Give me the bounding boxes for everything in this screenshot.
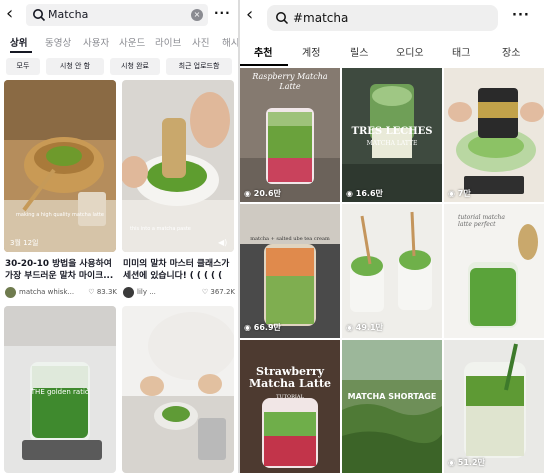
more-icon[interactable]: ··· bbox=[512, 8, 530, 23]
reel-tile[interactable]: Raspberry Matcha Latte ◉ 20.6만 bbox=[240, 68, 340, 202]
view-count-value: 66.9만 bbox=[253, 323, 281, 332]
view-count: ◉ 49.1만 bbox=[346, 323, 383, 332]
view-count-value: 20.6만 bbox=[253, 189, 281, 198]
filter-watched[interactable]: 시청 완료 bbox=[110, 58, 160, 75]
reel-tile[interactable]: tutorial matcha latte perfect bbox=[444, 204, 544, 338]
reel-thumbnail bbox=[240, 340, 340, 473]
video-caption[interactable]: 세션에 있습니다! ( ( ( ( ( bbox=[123, 270, 233, 282]
tab-accounts[interactable]: 계정 bbox=[302, 44, 320, 59]
tab-bar: 상위 동영상 사용자 사운드 라이브 사진 해시 bbox=[0, 32, 238, 54]
video-card[interactable]: making a high quality matcha latte 3월 12… bbox=[4, 80, 116, 252]
reel-tile[interactable]: Strawberry Matcha Latte TUTORIAL bbox=[240, 340, 340, 473]
reel-thumbnail bbox=[342, 340, 442, 473]
tab-audio[interactable]: 오디오 bbox=[396, 44, 424, 59]
video-card[interactable]: this into a matcha paste ◀) bbox=[122, 80, 234, 252]
tiktok-search-panel: ‹ Matcha × ··· 상위 동영상 사용자 사운드 라이브 사진 해시 … bbox=[0, 0, 238, 473]
volume-icon[interactable]: ◀) bbox=[218, 238, 227, 247]
video-overlay-text: THE golden ratio bbox=[30, 388, 90, 396]
video-card[interactable]: THE golden ratio bbox=[4, 306, 116, 473]
back-icon[interactable]: ‹ bbox=[6, 5, 20, 23]
view-count-value: 49.1만 bbox=[355, 323, 383, 332]
view-count-value: 51.2만 bbox=[457, 458, 485, 467]
tab-tags[interactable]: 태그 bbox=[452, 44, 470, 59]
author-name[interactable]: lily ... bbox=[137, 288, 195, 296]
tab-reels[interactable]: 릴스 bbox=[350, 44, 368, 59]
author-row[interactable]: matcha whisk... ♡ 83.3K bbox=[5, 287, 117, 299]
reel-tile[interactable]: ◉ 7만 bbox=[444, 68, 544, 202]
tab-live[interactable]: 라이브 bbox=[155, 35, 181, 49]
avatar[interactable] bbox=[123, 287, 134, 298]
avatar[interactable] bbox=[5, 287, 16, 298]
tab-sounds[interactable]: 사운드 bbox=[119, 35, 145, 49]
instagram-search-panel: ‹ #matcha ··· 추천 계정 릴스 오디오 태그 장소 Raspber… bbox=[240, 0, 544, 473]
like-count: ♡ 83.3K bbox=[88, 288, 117, 296]
view-count-value: 7만 bbox=[457, 189, 471, 198]
tab-top[interactable]: 상위 bbox=[10, 35, 27, 49]
tab-hashtags[interactable]: 해시 bbox=[222, 35, 238, 49]
reel-title: matcha + salted ube tea cream bbox=[250, 236, 330, 242]
search-box[interactable]: Matcha × bbox=[26, 4, 208, 26]
tab-places[interactable]: 장소 bbox=[502, 44, 520, 59]
reel-title: TRES LECHES bbox=[351, 126, 433, 137]
search-icon bbox=[33, 9, 46, 22]
view-count: ◉ 7만 bbox=[448, 189, 471, 198]
view-count-value: 16.6만 bbox=[355, 189, 383, 198]
left-header: ‹ Matcha × ··· bbox=[0, 0, 238, 30]
reel-thumbnail bbox=[444, 340, 544, 473]
reel-thumbnail bbox=[444, 68, 544, 202]
video-thumbnail bbox=[4, 80, 116, 252]
reel-title: MATCHA SHORTAGE bbox=[347, 392, 437, 401]
filter-all[interactable]: 모두 bbox=[6, 58, 40, 75]
tab-photos[interactable]: 사진 bbox=[192, 35, 209, 49]
more-icon[interactable]: ··· bbox=[214, 6, 231, 20]
filter-recent[interactable]: 최근 업로드함 bbox=[166, 58, 232, 75]
reel-subtitle: TUTORIAL bbox=[276, 394, 304, 400]
video-thumbnail bbox=[122, 306, 234, 473]
reel-title: Raspberry Matcha Latte bbox=[252, 72, 328, 91]
reel-tile[interactable]: TRES LECHES MATCHA LATTE ◉ 16.6만 bbox=[342, 68, 442, 202]
video-caption[interactable]: 30-20-10 방법을 사용하여 bbox=[5, 258, 115, 270]
tab-users[interactable]: 사용자 bbox=[83, 35, 109, 49]
reel-tile[interactable]: matcha + salted ube tea cream ◉ 66.9만 bbox=[240, 204, 340, 338]
reel-subtitle: MATCHA LATTE bbox=[366, 140, 418, 147]
tab-videos[interactable]: 동영상 bbox=[45, 35, 71, 49]
author-row[interactable]: lily ... ♡ 367.2K bbox=[123, 287, 235, 299]
reel-title: Strawberry Matcha Latte bbox=[248, 365, 332, 390]
video-caption[interactable]: 가장 부드러운 말차 마이크... bbox=[5, 270, 115, 282]
active-tab-indicator bbox=[240, 64, 288, 66]
search-box[interactable]: #matcha bbox=[267, 5, 498, 31]
filter-chips: 모두 시청 안 함 시청 완료 최근 업로드함 bbox=[0, 58, 238, 76]
tab-recommended[interactable]: 추천 bbox=[254, 44, 272, 59]
like-count: ♡ 367.2K bbox=[201, 288, 235, 296]
search-input[interactable]: #matcha bbox=[293, 10, 348, 26]
video-card[interactable] bbox=[122, 306, 234, 473]
active-tab-indicator bbox=[10, 51, 32, 53]
view-count: ◉ 66.9만 bbox=[244, 323, 281, 332]
back-icon[interactable]: ‹ bbox=[246, 6, 253, 24]
clear-icon[interactable]: × bbox=[191, 9, 203, 21]
reel-title: tutorial matcha latte perfect bbox=[458, 214, 505, 228]
like-count-value: 367.2K bbox=[210, 288, 235, 296]
view-count: ◉ 16.6만 bbox=[346, 189, 383, 198]
reel-tile[interactable]: ◉ 49.1만 bbox=[342, 204, 442, 338]
reel-tile[interactable]: ◉ 51.2만 bbox=[444, 340, 544, 473]
author-name[interactable]: matcha whisk... bbox=[19, 288, 77, 296]
reel-tile[interactable]: MATCHA SHORTAGE bbox=[342, 340, 442, 473]
video-date: 3월 12일 bbox=[10, 239, 39, 247]
search-icon bbox=[276, 12, 289, 25]
video-caption[interactable]: 미미의 말차 마스터 클래스가 bbox=[123, 258, 233, 270]
reel-thumbnail bbox=[342, 204, 442, 338]
like-count-value: 83.3K bbox=[96, 288, 117, 296]
search-input[interactable]: Matcha bbox=[48, 7, 88, 23]
filter-unwatched[interactable]: 시청 안 함 bbox=[46, 58, 104, 75]
view-count: ◉ 20.6만 bbox=[244, 189, 281, 198]
view-count: ◉ 51.2만 bbox=[448, 458, 485, 467]
reel-thumbnail bbox=[240, 204, 340, 338]
video-overlay-text: making a high quality matcha latte bbox=[16, 212, 104, 218]
video-overlay-text: this into a matcha paste bbox=[130, 226, 191, 232]
